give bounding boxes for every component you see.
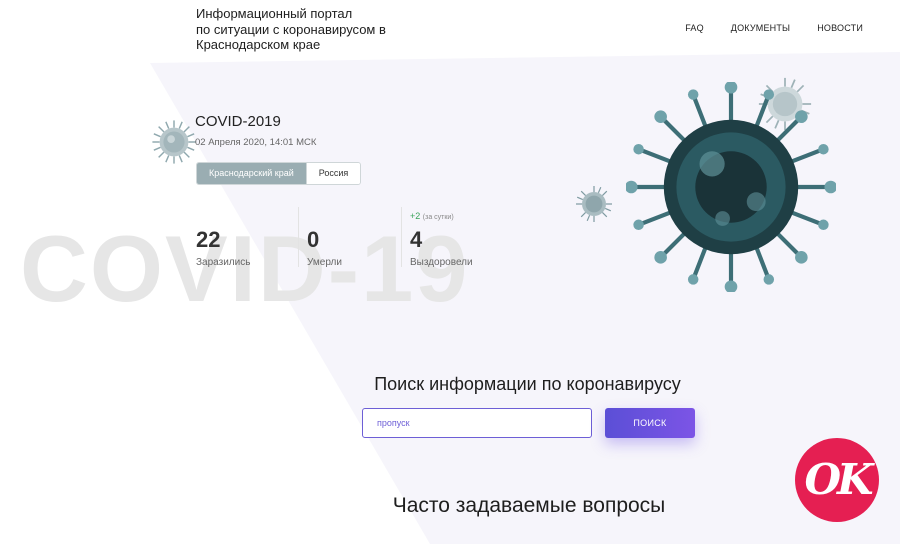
site-title-line-3: Краснодарском крае — [196, 37, 321, 52]
nav-item-news[interactable]: НОВОСТИ — [817, 23, 863, 33]
region-tabs: Краснодарский край Россия — [196, 162, 362, 185]
stat-value: 4 — [410, 227, 423, 252]
stat-divider — [401, 207, 402, 267]
search-heading: Поиск информации по коронавирусу — [374, 374, 681, 394]
stat-value: 0 — [307, 227, 320, 252]
main-nav: FAQ ДОКУМЕНТЫ НОВОСТИ — [685, 23, 863, 33]
site-title[interactable]: Информационный портал по ситуации с коро… — [196, 6, 396, 53]
recovered-delta: +2 (за сутки) — [410, 211, 454, 221]
site-title-line-2: по ситуации с коронавирусом в — [196, 21, 386, 37]
tab-krasnodar[interactable]: Краснодарский край — [197, 163, 306, 184]
coronavirus-icon — [576, 186, 612, 222]
tab-russia[interactable]: Россия — [305, 163, 361, 184]
delta-value: +2 — [410, 211, 421, 221]
delta-note: (за сутки) — [422, 214, 454, 221]
faq-heading: Часто задаваемые вопросы — [392, 494, 666, 517]
update-date: 02 Апреля 2020, 14:01 МСК — [195, 137, 317, 148]
search-input[interactable] — [362, 408, 592, 438]
site-title-line-1: Информационный портал — [196, 6, 353, 21]
stat-recovered: 4 Выздоровели — [410, 227, 473, 269]
nav-item-documents[interactable]: ДОКУМЕНТЫ — [731, 23, 790, 33]
coronavirus-icon — [152, 120, 196, 164]
coronavirus-icon — [626, 82, 836, 292]
stat-label: Заразились — [196, 257, 251, 268]
nav-item-faq[interactable]: FAQ — [685, 23, 704, 33]
stat-divider — [298, 207, 299, 267]
stat-deaths: 0 Умерли — [307, 227, 342, 269]
stat-infected: 22 Заразились — [196, 227, 251, 269]
search-button[interactable]: ПОИСК — [605, 408, 695, 438]
stat-label: Умерли — [307, 257, 342, 268]
stat-value: 22 — [196, 227, 221, 252]
ok-logo-text: OK — [804, 455, 873, 504]
stat-label: Выздоровели — [410, 257, 473, 268]
covid-title: COVID-2019 — [195, 113, 281, 130]
ok-logo: OK — [795, 438, 879, 522]
